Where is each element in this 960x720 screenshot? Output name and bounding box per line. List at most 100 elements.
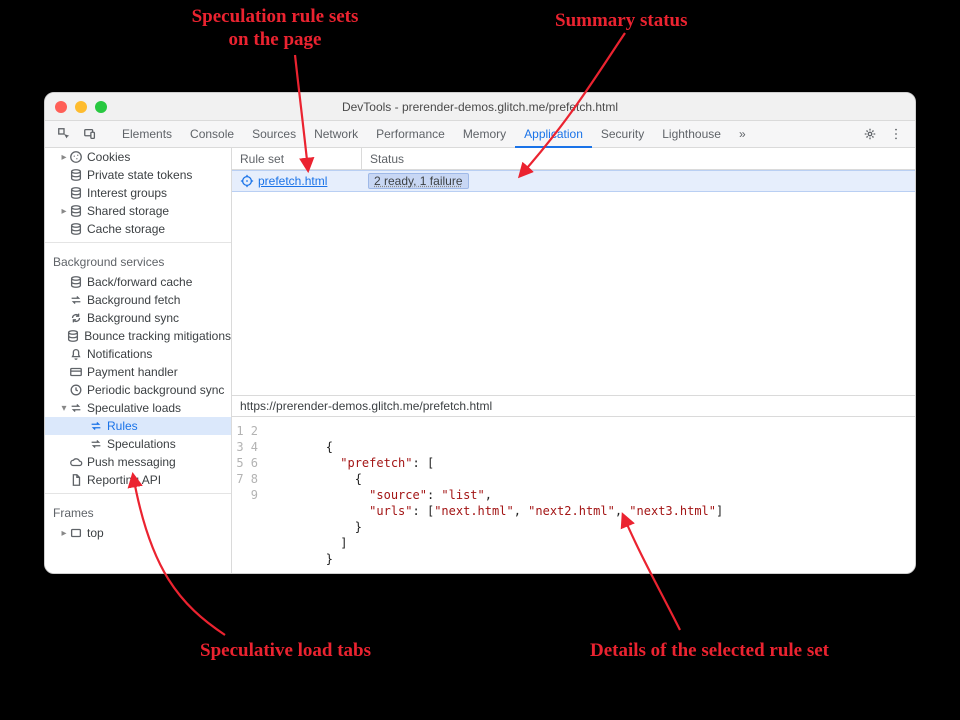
sidebar-item-label: Back/forward cache [87,275,192,289]
status-chip[interactable]: 2 ready, 1 failure [368,173,469,189]
sidebar-item-label: Bounce tracking mitigations [84,329,231,343]
sidebar-item-label: Background sync [87,311,179,325]
sidebar-item-label: Private state tokens [87,168,192,182]
arrows-icon [69,293,83,307]
sidebar-item-speculations[interactable]: Speculations [45,435,231,453]
sidebar-item-label: Background fetch [87,293,180,307]
frames-header: Frames [45,498,231,524]
db-icon [69,186,83,200]
doc-icon [69,473,83,487]
cloud-icon [69,455,83,469]
sidebar-item-interest-groups[interactable]: Interest groups [45,184,231,202]
arrows-icon [89,437,103,451]
sidebar-item-label: Interest groups [87,186,167,200]
tabs-overflow-chevron-icon[interactable]: » [730,121,755,147]
bell-icon [69,347,83,361]
tab-memory[interactable]: Memory [454,121,515,147]
code-viewer[interactable]: 1 2 3 4 5 6 7 8 9 { "prefetch": [ { "sou… [232,417,915,573]
devtools-window: DevTools - prerender-demos.glitch.me/pre… [44,92,916,574]
tab-network[interactable]: Network [305,121,367,147]
sidebar-item-rules[interactable]: Rules [45,417,231,435]
caret-down-icon [59,403,69,414]
arrows-icon [89,419,103,433]
caret-right-icon [59,206,69,217]
ruleset-link[interactable]: prefetch.html [232,171,362,191]
annotation-rule-sets: Speculation rule setson the page [170,6,380,52]
sidebar-item-periodic-background-sync[interactable]: Periodic background sync [45,381,231,399]
window-controls[interactable] [55,101,107,113]
sidebar-item-shared-storage[interactable]: Shared storage [45,202,231,220]
window-title: DevTools - prerender-demos.glitch.me/pre… [45,100,915,114]
sidebar-item-private-state-tokens[interactable]: Private state tokens [45,166,231,184]
sidebar-item-cache-storage[interactable]: Cache storage [45,220,231,238]
target-icon [240,174,254,188]
col-header-status[interactable]: Status [362,148,915,169]
application-sidebar[interactable]: Cookies Private state tokens Interest grou… [45,148,232,573]
tab-lighthouse[interactable]: Lighthouse [653,121,730,147]
db-icon [69,168,83,182]
sidebar-item-payment-handler[interactable]: Payment handler [45,363,231,381]
card-icon [69,365,83,379]
cookie-icon [69,150,83,164]
devtools-tabbar: ElementsConsoleSourcesNetworkPerformance… [45,121,915,148]
sidebar-item-label: Push messaging [87,455,176,469]
sidebar-item-top[interactable]: top [45,524,231,542]
sidebar-item-label: top [87,526,104,540]
window-titlebar: DevTools - prerender-demos.glitch.me/pre… [45,93,915,121]
tab-sources[interactable]: Sources [243,121,305,147]
annotation-summary: Summary status [555,10,687,33]
zoom-icon[interactable] [95,101,107,113]
annotation-tabs: Speculative load tabs [200,640,371,663]
sync-icon [69,311,83,325]
annotation-details: Details of the selected rule set [590,640,829,663]
sidebar-item-label: Cache storage [87,222,165,236]
ruleset-table-body [232,192,915,395]
db-icon [69,222,83,236]
sidebar-item-background-fetch[interactable]: Background fetch [45,291,231,309]
code-body: { "prefetch": [ { "source": "list", "url… [268,423,723,567]
tab-application[interactable]: Application [515,121,592,148]
kebab-menu-icon[interactable] [883,121,909,147]
sidebar-item-label: Cookies [87,150,130,164]
sidebar-item-label: Reporting API [87,473,161,487]
device-icon[interactable] [77,121,103,147]
settings-gear-icon[interactable] [857,121,883,147]
sidebar-item-label: Periodic background sync [87,383,224,397]
sidebar-item-label: Payment handler [87,365,178,379]
bg-services-header: Background services [45,247,231,273]
db-icon [69,275,83,289]
minimize-icon[interactable] [75,101,87,113]
sidebar-item-label: Speculations [107,437,176,451]
sidebar-item-background-sync[interactable]: Background sync [45,309,231,327]
caret-right-icon [59,152,69,163]
inspect-icon[interactable] [51,121,77,147]
sidebar-item-notifications[interactable]: Notifications [45,345,231,363]
close-icon[interactable] [55,101,67,113]
tab-security[interactable]: Security [592,121,653,147]
sidebar-item-label: Rules [107,419,138,433]
sidebar-item-label: Speculative loads [87,401,181,415]
ruleset-row[interactable]: prefetch.html 2 ready, 1 failure [232,170,915,192]
db-icon [69,204,83,218]
ruleset-url-bar: https://prerender-demos.glitch.me/prefet… [232,395,915,417]
sidebar-item-push-messaging[interactable]: Push messaging [45,453,231,471]
tab-performance[interactable]: Performance [367,121,454,147]
sidebar-item-label: Shared storage [87,204,169,218]
ruleset-table-header: Rule set Status [232,148,915,170]
arrows-icon [69,401,83,415]
code-gutter: 1 2 3 4 5 6 7 8 9 [232,423,268,567]
clock-icon [69,383,83,397]
tab-console[interactable]: Console [181,121,243,147]
sidebar-item-cookies[interactable]: Cookies [45,148,231,166]
sidebar-item-back-forward-cache[interactable]: Back/forward cache [45,273,231,291]
sidebar-item-speculative-loads[interactable]: Speculative loads [45,399,231,417]
tab-elements[interactable]: Elements [113,121,181,147]
caret-right-icon [59,528,69,539]
sidebar-item-reporting-api[interactable]: Reporting API [45,471,231,489]
ruleset-name: prefetch.html [258,174,327,188]
frame-icon [69,526,83,540]
sidebar-item-bounce-tracking-mitigations[interactable]: Bounce tracking mitigations [45,327,231,345]
sidebar-item-label: Notifications [87,347,152,361]
db-icon [66,329,80,343]
col-header-ruleset[interactable]: Rule set [232,148,362,169]
